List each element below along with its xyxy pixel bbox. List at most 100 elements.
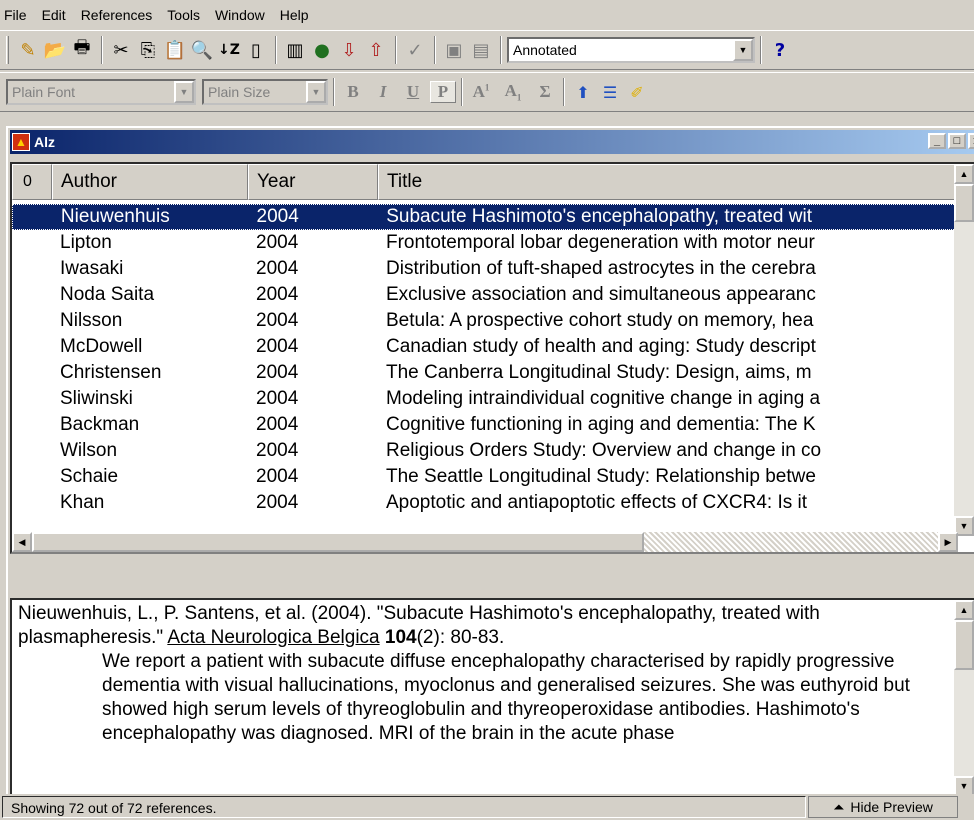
author-cell: Nieuwenhuis [60,206,170,227]
restore-icon[interactable]: □ [948,133,966,149]
toolbar-separator [275,36,277,64]
chevron-down-icon[interactable]: ▼ [174,81,194,103]
subscript-label: A [504,81,517,101]
output-style-select[interactable]: Annotated ▼ [507,37,755,63]
online-search-icon[interactable]: ● [309,36,335,64]
table-row[interactable]: Lipton 2004 Frontotemporal lobar degenerat… [12,230,958,256]
title-cell: The Seattle Longitudinal Study: Relation… [386,466,816,487]
table-row[interactable]: Khan 2004 Apoptotic and antiapoptotic effe… [12,490,958,516]
spell-check-icon[interactable]: ✓ [402,36,428,64]
list-scroll-thumb[interactable] [954,184,974,222]
toolbar-separator [760,36,762,64]
symbol-button[interactable]: Σ [532,82,558,102]
library-window: ▲ Alz _ □ ✕ 0 Author Year Title Nieuwenh… [6,126,974,820]
list-hscroll-thumb[interactable] [32,532,644,552]
sort-icon[interactable]: ↓Z [216,36,242,64]
help-button[interactable]: ? [767,36,793,64]
print-icon[interactable]: 🖶 [69,36,95,64]
author-cell: Lipton [60,232,112,253]
title-cell: Cognitive functioning in aging and demen… [386,414,816,435]
table-row[interactable]: Nieuwenhuis 2004 Subacute Hashimoto's ence… [12,204,958,230]
preview-scroll-thumb[interactable] [954,620,974,670]
import-icon[interactable]: ⇩ [336,36,362,64]
new-reference-icon[interactable]: ✎ [15,36,41,64]
menu-tools[interactable]: Tools [159,0,207,30]
open-picture-icon[interactable]: ▤ [468,36,494,64]
hide-preview-arrow-icon: ⏶ [833,798,845,815]
scroll-up-icon[interactable]: ▲ [954,164,974,184]
table-row[interactable]: Noda Saita 2004 Exclusive association and … [12,282,958,308]
copy-formatted-icon[interactable]: ▯ [243,36,269,64]
superscript-button[interactable]: A1 [468,82,494,102]
list-header: 0 Author Year Title [12,164,958,200]
scroll-left-icon[interactable]: ◀ [12,532,32,552]
menu-help[interactable]: Help [272,0,316,30]
list-horizontal-scrollbar[interactable]: ◀ ▶ [12,532,958,552]
table-row[interactable]: Nilsson 2004 Betula: A prospective cohort … [12,308,958,334]
menu-edit[interactable]: Edit [34,0,73,30]
plain-button[interactable]: P [430,81,456,103]
bold-button[interactable]: B [340,82,366,102]
title-cell: Betula: A prospective cohort study on me… [386,310,814,331]
paste-icon[interactable]: 📋 [162,36,188,64]
italic-button[interactable]: I [370,82,396,102]
list-vertical-scrollbar[interactable]: ▲ ▼ [954,164,974,536]
insert-picture-icon[interactable]: ▣ [441,36,467,64]
toolbar-separator [461,78,463,106]
library-title: Alz [34,134,55,150]
author-cell: Backman [60,414,140,435]
show-all-icon[interactable]: ▥ [282,36,308,64]
status-bar: Showing 72 out of 72 references. ⏶ Hide … [0,794,974,820]
author-column-header[interactable]: Author [52,164,248,200]
cut-icon[interactable]: ✂ [108,36,134,64]
scroll-up-icon[interactable]: ▲ [954,600,974,620]
year-column-header[interactable]: Year [248,164,378,200]
table-row[interactable]: Christensen 2004 The Canberra Longitudinal… [12,360,958,386]
hide-preview-button[interactable]: ⏶ Hide Preview [808,796,958,818]
author-cell: Christensen [60,362,162,383]
subscript-button[interactable]: A1 [500,81,526,102]
menu-references[interactable]: References [73,0,160,30]
find-icon[interactable]: 🔍 [189,36,215,64]
export-icon[interactable]: ⇧ [363,36,389,64]
table-row[interactable]: Sliwinski 2004 Modeling intraindividual co… [12,386,958,412]
insert-citation-icon[interactable]: ⬆ [570,78,596,106]
title-column-header[interactable]: Title [378,164,958,200]
menu-window[interactable]: Window [207,0,272,30]
year-cell: 2004 [256,206,299,227]
size-select[interactable]: Plain Size ▼ [202,79,328,105]
preview-vertical-scrollbar[interactable]: ▲ ▼ [954,600,974,796]
table-row[interactable]: Backman 2004 Cognitive functioning in agin… [12,412,958,438]
title-cell: Modeling intraindividual cognitive chang… [386,388,821,409]
toolbar-grip[interactable] [6,36,9,64]
year-cell: 2004 [256,232,299,253]
title-cell: Apoptotic and antiapoptotic effects of C… [386,492,808,513]
underline-button[interactable]: U [400,82,426,102]
title-cell: Distribution of tuft-shaped astrocytes i… [386,258,816,279]
font-select[interactable]: Plain Font ▼ [6,79,196,105]
author-cell: Sliwinski [60,388,133,409]
issue-pages: (2): 80-83. [416,627,505,648]
attachment-column-header[interactable]: 0 [12,164,52,200]
format-bibliography-icon[interactable]: ☰ [597,78,623,106]
endnote-icon: ▲ [12,133,30,151]
format-toolbar: Plain Font ▼ Plain Size ▼ B I U P A1 A1 … [0,72,974,112]
chevron-down-icon[interactable]: ▼ [306,81,326,103]
highlight-icon[interactable]: ✐ [624,78,650,106]
toolbar-separator [434,36,436,64]
close-icon[interactable]: ✕ [968,133,974,149]
table-row[interactable]: Iwasaki 2004 Distribution of tuft-shaped a… [12,256,958,282]
table-row[interactable]: Wilson 2004 Religious Orders Study: Overvi… [12,438,958,464]
author-cell: Iwasaki [60,258,124,279]
copy-icon[interactable]: ⎘ [135,36,161,64]
table-row[interactable]: McDowell 2004 Canadian study of health and… [12,334,958,360]
table-row[interactable]: Schaie 2004 The Seattle Longitudinal Study… [12,464,958,490]
library-titlebar[interactable]: ▲ Alz _ □ ✕ [10,130,974,154]
preview-pane[interactable]: Nieuwenhuis, L., P. Santens, et al. (200… [10,598,974,798]
menu-file[interactable]: File [0,0,34,30]
scroll-right-icon[interactable]: ▶ [938,532,958,552]
open-folder-icon[interactable]: 📂 [42,36,68,64]
scroll-down-icon[interactable]: ▼ [954,776,974,796]
minimize-icon[interactable]: _ [928,133,946,149]
chevron-down-icon[interactable]: ▼ [733,39,753,61]
